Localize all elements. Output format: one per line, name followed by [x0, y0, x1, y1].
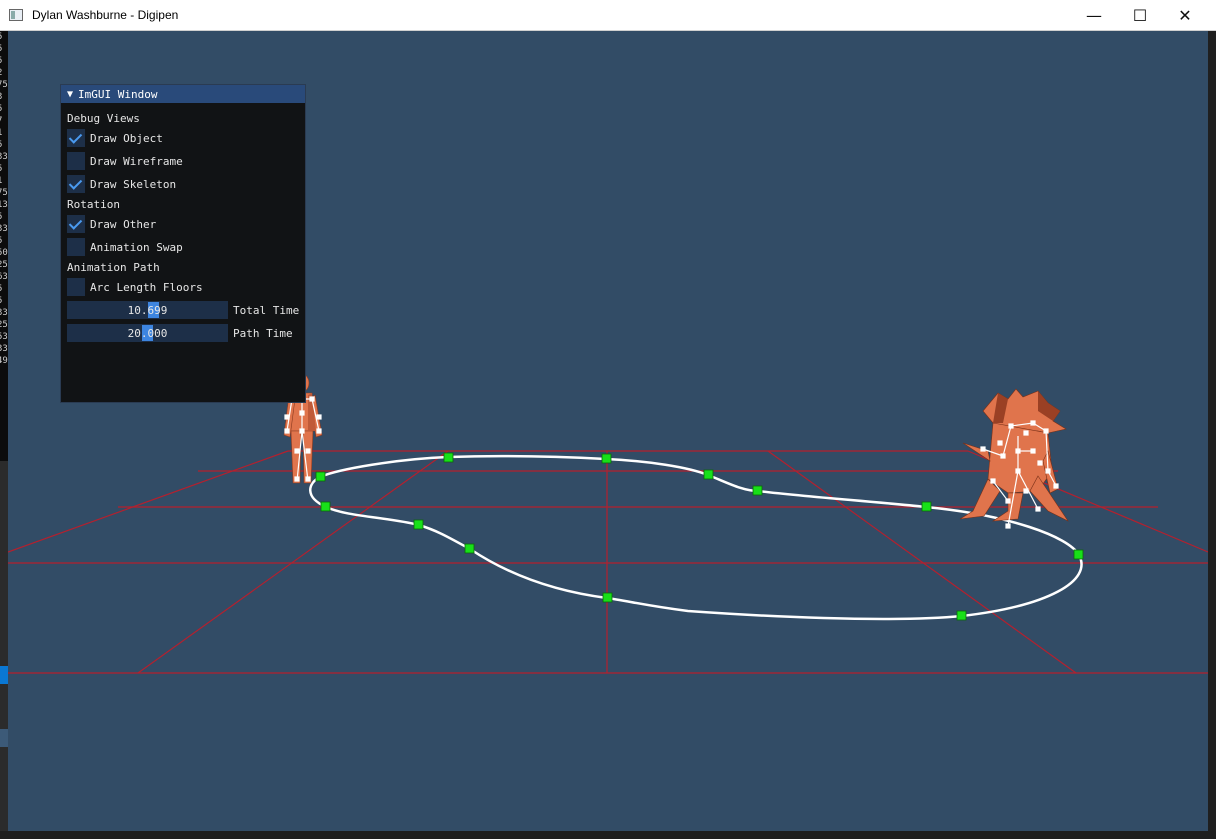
background-selection — [0, 666, 8, 684]
control-point — [601, 453, 612, 464]
checkbox-label: Arc Length Floors — [90, 280, 203, 294]
slider-label: Path Time — [233, 326, 293, 340]
close-icon: ✕ — [1178, 5, 1192, 25]
checkbox-box[interactable] — [67, 152, 85, 170]
checkbox-box[interactable] — [67, 129, 85, 147]
checkbox-box[interactable] — [67, 215, 85, 233]
console-text: 50 — [0, 248, 8, 258]
window-right-edge — [1208, 31, 1216, 839]
slider-label: Total Time — [233, 303, 300, 317]
control-point — [315, 471, 326, 482]
checkbox-draw-skeleton[interactable]: Draw Skeleton — [67, 175, 176, 193]
console-text: 2 — [0, 67, 8, 79]
console-text: 49 — [0, 356, 8, 366]
section-debug-views: Debug Views — [67, 112, 140, 125]
console-text: 33 — [0, 224, 8, 234]
checkbox-label: Draw Skeleton — [90, 177, 177, 191]
console-text: 13 — [0, 200, 8, 210]
console-text: 33 — [0, 344, 8, 354]
background-window-edge — [0, 461, 8, 839]
control-point — [956, 610, 967, 621]
console-text: 5 — [0, 235, 8, 247]
console-text: 5 — [0, 103, 8, 115]
slider-track[interactable]: 20.000 — [67, 324, 228, 342]
animation-path — [309, 454, 1083, 621]
slider-track[interactable]: 10.699 — [67, 301, 228, 319]
slider-value: 10.699 — [127, 303, 168, 317]
app-icon — [9, 9, 23, 21]
control-point — [602, 592, 613, 603]
console-text: 33 — [0, 152, 8, 162]
console-text: 3 — [0, 91, 8, 103]
console-text: 5 — [0, 211, 8, 223]
control-point — [413, 519, 424, 530]
console-text: 75 — [0, 188, 8, 198]
imgui-title-bar[interactable]: ▼ ImGUI Window — [61, 85, 305, 103]
console-text: 5 — [0, 43, 8, 55]
slider-value: 20.000 — [127, 326, 168, 340]
console-text: 5 — [0, 31, 8, 43]
checkbox-label: Draw Object — [90, 131, 163, 145]
collapse-arrow-icon[interactable]: ▼ — [67, 89, 73, 100]
close-button[interactable]: ✕ — [1162, 0, 1208, 30]
imgui-window[interactable]: ▼ ImGUI Window Debug Views Draw Object D… — [60, 84, 306, 403]
grid-line — [137, 450, 449, 674]
checkbox-box[interactable] — [67, 278, 85, 296]
spiky-creature-character — [959, 388, 1069, 529]
console-text: 63 — [0, 272, 8, 282]
maximize-icon: ☐ — [1132, 5, 1148, 25]
grid-line — [8, 450, 289, 553]
control-point — [443, 452, 454, 463]
minimize-button[interactable]: — — [1071, 0, 1117, 30]
slider-total-time[interactable]: 10.699 Total Time — [67, 301, 299, 319]
background-console: 5552753571533517513533550256355332553334… — [0, 31, 8, 461]
console-text: 5 — [0, 139, 8, 151]
checkbox-draw-wireframe[interactable]: Draw Wireframe — [67, 152, 183, 170]
checkbox-animation-swap[interactable]: Animation Swap — [67, 238, 183, 256]
control-point — [921, 501, 932, 512]
control-point — [1073, 549, 1084, 560]
control-point — [464, 543, 475, 554]
checkbox-label: Draw Wireframe — [90, 154, 183, 168]
console-text: 1 — [0, 127, 8, 139]
control-point — [703, 469, 714, 480]
background-selection-2 — [0, 729, 8, 747]
title-bar: Dylan Washburne - Digipen — ☐ ✕ — [0, 0, 1216, 31]
console-text: 53 — [0, 332, 8, 342]
console-text: 5 — [0, 295, 8, 307]
checkbox-box[interactable] — [67, 175, 85, 193]
console-text: 75 — [0, 80, 8, 90]
console-text: 25 — [0, 260, 8, 270]
console-text: 33 — [0, 308, 8, 318]
console-text: 5 — [0, 163, 8, 175]
imgui-title: ImGUI Window — [78, 87, 158, 101]
checkbox-arc-length-floors[interactable]: Arc Length Floors — [67, 278, 203, 296]
control-point — [320, 501, 331, 512]
control-point — [752, 485, 763, 496]
checkbox-draw-object[interactable]: Draw Object — [67, 129, 163, 147]
window-title: Dylan Washburne - Digipen — [32, 8, 179, 22]
console-text: 5 — [0, 55, 8, 67]
window-bottom-edge — [0, 831, 1216, 839]
checkbox-label: Animation Swap — [90, 240, 183, 254]
console-text: 1 — [0, 175, 8, 187]
maximize-button[interactable]: ☐ — [1117, 0, 1163, 30]
section-rotation: Rotation — [67, 198, 120, 211]
checkbox-label: Draw Other — [90, 217, 157, 231]
console-text: 7 — [0, 115, 8, 127]
checkbox-box[interactable] — [67, 238, 85, 256]
minimize-icon: — — [1086, 5, 1102, 25]
console-text: 25 — [0, 320, 8, 330]
checkbox-draw-other[interactable]: Draw Other — [67, 215, 156, 233]
slider-path-time[interactable]: 20.000 Path Time — [67, 324, 293, 342]
console-text: 5 — [0, 283, 8, 295]
section-animation-path: Animation Path — [67, 261, 160, 274]
